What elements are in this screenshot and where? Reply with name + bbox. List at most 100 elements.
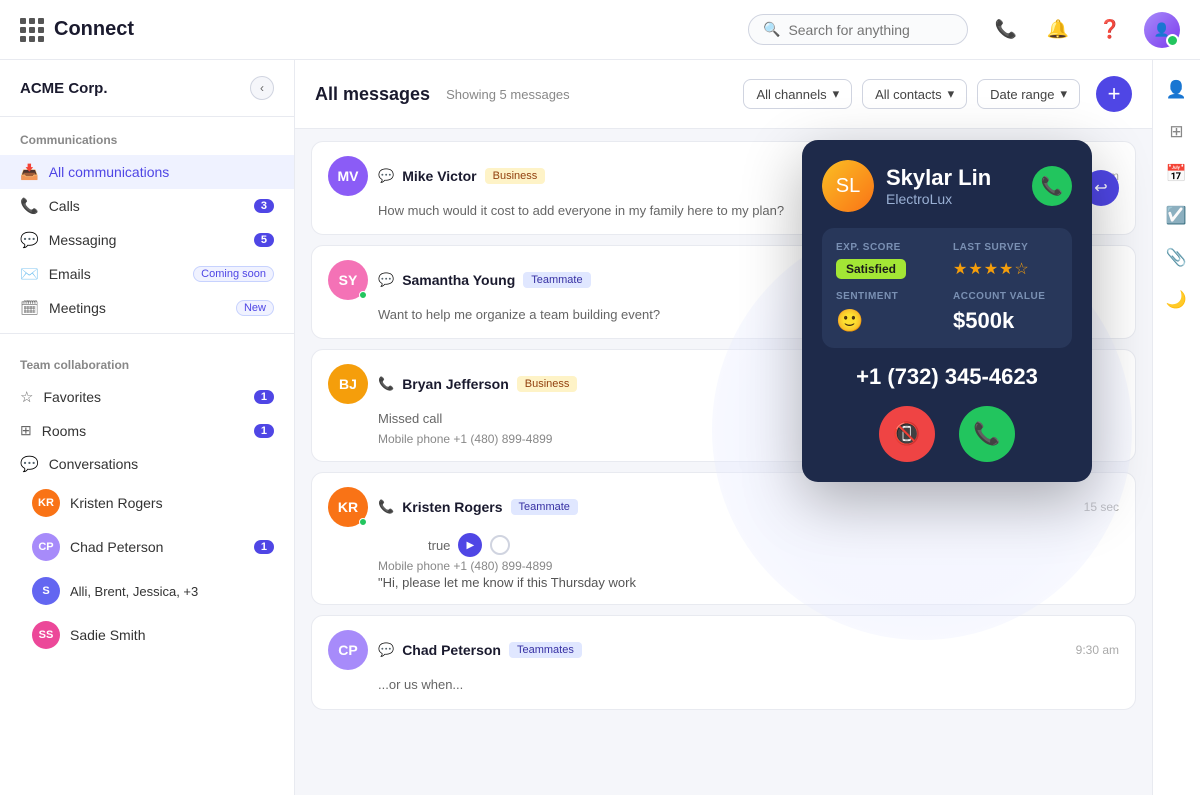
right-sidebar: 👤 ⊞ 📅 ☑️ 📎 🌙	[1152, 60, 1200, 795]
conv-chad-badge: 1	[254, 540, 274, 554]
filter-all-channels[interactable]: All channels ▾	[743, 79, 852, 109]
apps-grid-icon[interactable]	[20, 18, 44, 42]
voicemail-row: true ▶	[428, 533, 1119, 557]
account-value-block: ACCOUNT VALUE $500k	[953, 291, 1058, 334]
calls-badge: 3	[254, 199, 274, 213]
sidebar-label-conversations: Conversations	[49, 456, 274, 472]
last-survey-block: LAST SURVEY ★★★★☆	[953, 242, 1058, 279]
conv-avatar-kristen: KR	[32, 489, 60, 517]
sidebar-item-rooms[interactable]: ⊞ Rooms 1	[0, 414, 294, 447]
nav-icons: 📞 🔔 ❓ 👤	[988, 12, 1180, 48]
conv-alli-group[interactable]: S Alli, Brent, Jessica, +3	[0, 569, 294, 613]
caller-name: Skylar Lin	[886, 165, 991, 191]
phone-nav-button[interactable]: 📞	[988, 12, 1024, 48]
sidebar-item-emails[interactable]: ✉️ Emails Coming soon	[0, 257, 294, 291]
message-count: Showing 5 messages	[446, 87, 570, 102]
calls-icon: 📞	[20, 197, 39, 215]
search-bar[interactable]: 🔍	[748, 14, 968, 45]
emails-badge: Coming soon	[193, 266, 274, 282]
filter-date-range[interactable]: Date range ▾	[977, 79, 1080, 109]
online-indicator-2	[359, 518, 367, 526]
conv-name-chad: Chad Peterson	[70, 539, 244, 555]
message-card-kristen-rogers[interactable]: KR 📞 Kristen Rogers Teammate 15 sec true…	[311, 472, 1136, 605]
contact-name-samantha: Samantha Young	[402, 272, 515, 288]
org-name: ACME Corp.	[20, 80, 108, 97]
top-nav: Connect 🔍 📞 🔔 ❓ 👤	[0, 0, 1200, 60]
communications-section-label: Communications	[0, 117, 294, 155]
avatar-kristen-rogers: KR	[328, 487, 368, 527]
quick-answer-button[interactable]: 📞	[1032, 166, 1072, 206]
help-button[interactable]: ❓	[1092, 12, 1128, 48]
add-button[interactable]: +	[1096, 76, 1132, 112]
sidebar-item-conversations[interactable]: 💬 Conversations	[0, 447, 294, 481]
right-icon-calendar[interactable]: 📅	[1159, 156, 1195, 192]
conv-name-sadie: Sadie Smith	[70, 627, 274, 643]
sentiment-block: SENTIMENT 🙂	[836, 291, 941, 334]
rooms-badge: 1	[254, 424, 274, 438]
star-rating: ★★★★☆	[953, 259, 1058, 279]
decline-call-button[interactable]: 📵	[879, 406, 935, 462]
sidebar-label-calls: Calls	[49, 198, 244, 214]
exp-score-block: EXP. SCORE Satisfied	[836, 242, 941, 279]
tag-kristen: Teammate	[511, 499, 578, 515]
sidebar-item-messaging[interactable]: 💬 Messaging 5	[0, 223, 294, 257]
msg-header-kristen: KR 📞 Kristen Rogers Teammate 15 sec	[328, 487, 1119, 527]
conv-avatar-sadie: SS	[32, 621, 60, 649]
msg-time-kristen: 15 sec	[1084, 500, 1119, 514]
account-value-label: ACCOUNT VALUE	[953, 291, 1058, 302]
search-input[interactable]	[788, 22, 948, 38]
filter-all-contacts[interactable]: All contacts ▾	[862, 79, 967, 109]
inbox-icon: 📥	[20, 163, 39, 181]
chevron-down-icon: ▾	[948, 86, 955, 102]
main-layout: ACME Corp. ‹ Communications 📥 All commun…	[0, 60, 1200, 795]
right-icon-attach[interactable]: 📎	[1159, 240, 1195, 276]
conv-chad-peterson[interactable]: CP Chad Peterson 1	[0, 525, 294, 569]
sidebar-item-all-comms[interactable]: 📥 All communications	[0, 155, 294, 189]
exp-score-label: EXP. SCORE	[836, 242, 941, 253]
play-voicemail-button[interactable]: ▶	[458, 533, 482, 557]
sidebar-label-rooms: Rooms	[42, 423, 244, 439]
team-section-label: Team collaboration	[0, 342, 294, 380]
sidebar-item-calls[interactable]: 📞 Calls 3	[0, 189, 294, 223]
sidebar-item-meetings[interactable]: 🗓 Meetings New	[0, 291, 294, 325]
favorites-badge: 1	[254, 390, 274, 404]
phone-channel-icon: 📞	[378, 376, 394, 392]
right-icon-moon[interactable]: 🌙	[1159, 282, 1195, 318]
caller-company: ElectroLux	[886, 191, 991, 207]
filter-group: All channels ▾ All contacts ▾ Date range…	[743, 79, 1080, 109]
call-popup: SL Skylar Lin ElectroLux 📞 EXP. SCORE Sa…	[802, 140, 1092, 482]
content-header: All messages Showing 5 messages All chan…	[295, 60, 1152, 129]
conv-kristen-rogers[interactable]: KR Kristen Rogers	[0, 481, 294, 525]
right-icon-tasks[interactable]: ☑️	[1159, 198, 1195, 234]
favorites-icon: ☆	[20, 388, 33, 406]
last-survey-label: LAST SURVEY	[953, 242, 1058, 253]
chat-channel-icon-3: 💬	[378, 642, 394, 658]
sidebar-item-favorites[interactable]: ☆ Favorites 1	[0, 380, 294, 414]
messaging-badge: 5	[254, 233, 274, 247]
accept-call-button[interactable]: 📞	[959, 406, 1015, 462]
user-avatar[interactable]: 👤	[1144, 12, 1180, 48]
tag-samantha: Teammate	[523, 272, 590, 288]
collapse-sidebar-button[interactable]: ‹	[250, 76, 274, 100]
caller-phone-number: +1 (732) 345-4623	[822, 364, 1072, 390]
chat-channel-icon: 💬	[378, 168, 394, 184]
rooms-icon: ⊞	[20, 422, 32, 439]
online-indicator	[359, 291, 367, 299]
message-card-chad-peterson[interactable]: CP 💬 Chad Peterson Teammates 9:30 am ...…	[311, 615, 1136, 709]
sentiment-emoji: 🙂	[836, 308, 941, 334]
content-area: All messages Showing 5 messages All chan…	[295, 60, 1152, 795]
msg-meta-chad: 💬 Chad Peterson Teammates	[378, 642, 1066, 658]
sidebar-header: ACME Corp. ‹	[0, 60, 294, 117]
notifications-button[interactable]: 🔔	[1040, 12, 1076, 48]
conv-name-alli: Alli, Brent, Jessica, +3	[70, 584, 274, 599]
right-icon-table[interactable]: ⊞	[1159, 114, 1195, 150]
voicemail-preview-kristen: "Hi, please let me know if this Thursday…	[378, 575, 1119, 590]
conv-sadie-smith[interactable]: SS Sadie Smith	[0, 613, 294, 657]
missed-call-voicemail-label: true	[428, 538, 450, 553]
messaging-icon: 💬	[20, 231, 39, 249]
chat-channel-icon-2: 💬	[378, 272, 394, 288]
call-actions: 📵 📞	[822, 406, 1072, 462]
exp-score-value: Satisfied	[836, 259, 906, 279]
missed-call-voicemail-row: true ▶ Mobile phone +1 (480) 899-4899 "H…	[378, 533, 1119, 590]
right-icon-contacts[interactable]: 👤	[1159, 72, 1195, 108]
